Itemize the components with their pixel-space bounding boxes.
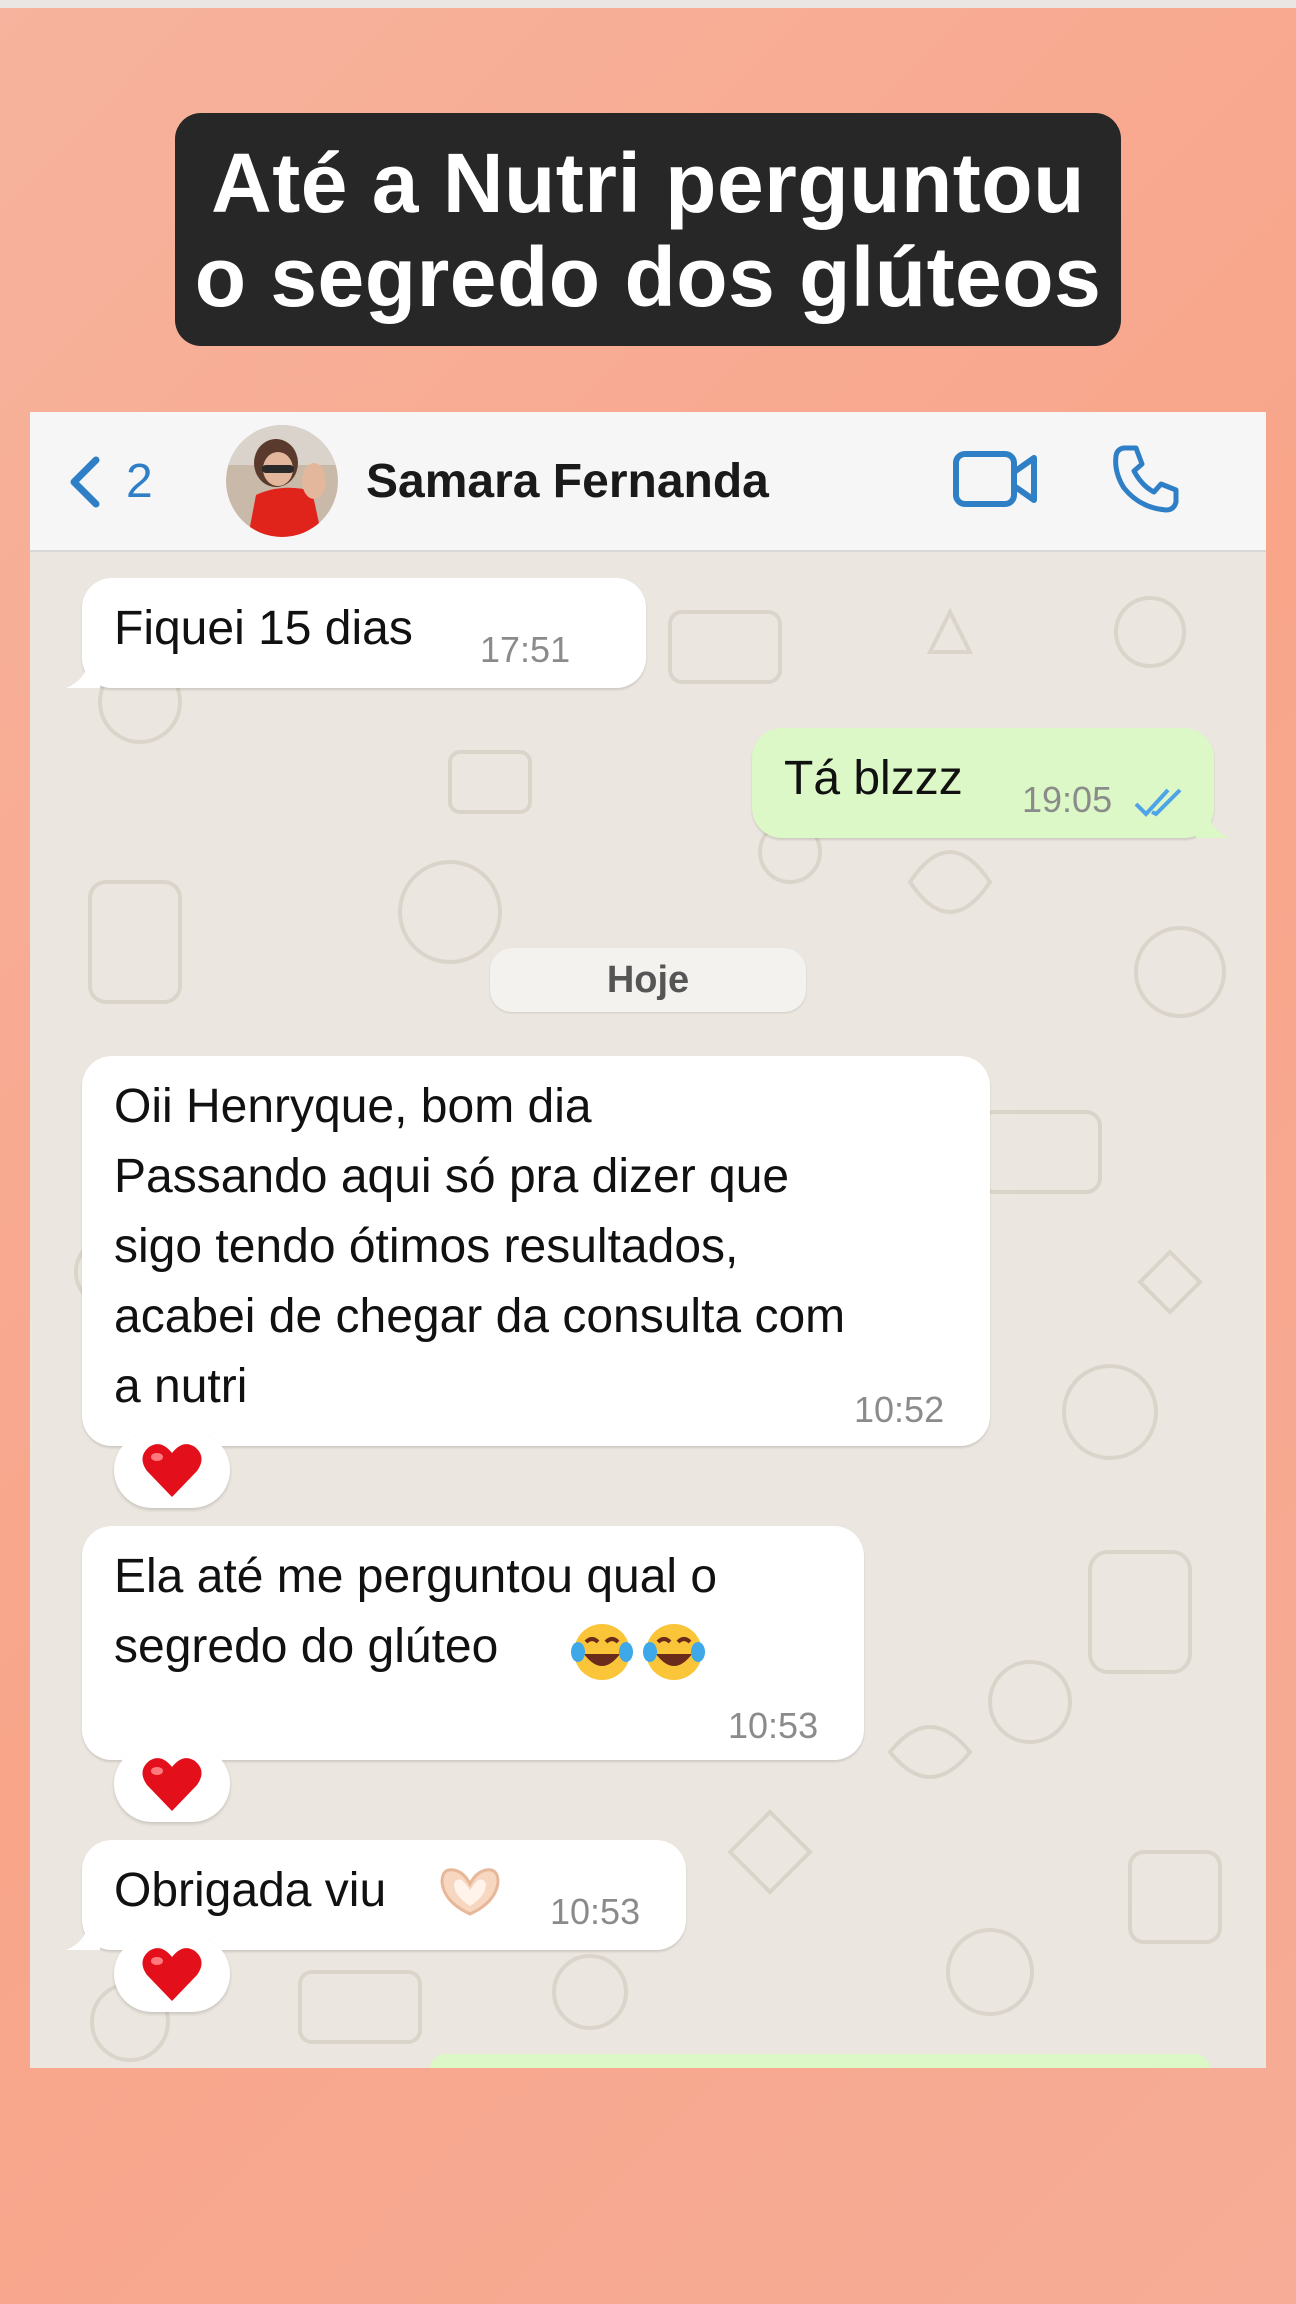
message-time: 17:51	[480, 629, 571, 670]
message-text: Oii Henryque, bom dia Passando aqui só p…	[114, 1080, 846, 1413]
top-edge	[0, 0, 1296, 8]
bubble-tail	[1196, 808, 1230, 838]
chat-screenshot: 2 Samara Fernanda Fiquei 15 dias 17:51 T…	[30, 412, 1266, 2068]
message-bubble-incoming[interactable]: Obrigada viu 10:53	[66, 1840, 686, 1950]
phone-icon[interactable]	[1110, 442, 1182, 514]
heart-emoji-icon	[142, 1758, 202, 1811]
headline-line-2: o segredo dos glúteos	[194, 229, 1102, 324]
bubble-tail	[66, 658, 100, 688]
headline-line-1: Até a Nutri perguntou	[211, 135, 1085, 230]
day-separator: Hoje	[490, 948, 806, 1012]
message-text: Obrigada viu	[114, 1864, 387, 1917]
heart-emoji-icon	[142, 1948, 202, 2001]
avatar[interactable]	[226, 425, 338, 537]
reaction-badge[interactable]	[114, 1746, 230, 1822]
contact-name[interactable]: Samara Fernanda	[366, 454, 769, 510]
chat-header: 2 Samara Fernanda	[30, 412, 1266, 552]
message-text: Tá blzzz	[784, 752, 963, 805]
message-bubble-outgoing[interactable]: Tá blzzz 19:05	[752, 728, 1230, 838]
message-text: Fiquei 15 dias	[114, 602, 413, 655]
video-camera-icon[interactable]	[952, 448, 1038, 510]
message-time: 10:53	[550, 1891, 641, 1932]
message-time: 10:52	[854, 1389, 945, 1430]
next-message-peek	[430, 2054, 1210, 2068]
reaction-badge[interactable]	[114, 1936, 230, 2012]
bubble-tail	[66, 1920, 100, 1950]
message-bubble-incoming[interactable]: Ela até me perguntou qual o segredo do g…	[82, 1526, 864, 1760]
heart-emoji-icon	[142, 1444, 202, 1497]
message-time: 10:53	[728, 1705, 819, 1746]
message-bubble-incoming[interactable]: Oii Henryque, bom dia Passando aqui só p…	[82, 1056, 990, 1446]
message-bubble-incoming[interactable]: Fiquei 15 dias 17:51	[66, 578, 646, 688]
headline-banner: Até a Nutri perguntou o segredo dos glút…	[175, 113, 1121, 346]
chat-area: Fiquei 15 dias 17:51 Tá blzzz 19:05 Hoje…	[30, 552, 1266, 2068]
chevron-left-icon[interactable]	[58, 452, 118, 512]
laughing-tears-emoji-icon	[642, 1620, 706, 1704]
laughing-tears-emoji-icon	[570, 1620, 634, 1704]
message-time: 19:05	[1022, 779, 1113, 820]
reaction-badge[interactable]	[114, 1432, 230, 1508]
heart-hands-emoji-icon	[436, 1862, 504, 1938]
unread-count[interactable]: 2	[126, 452, 153, 512]
read-double-check-icon	[1134, 788, 1182, 817]
